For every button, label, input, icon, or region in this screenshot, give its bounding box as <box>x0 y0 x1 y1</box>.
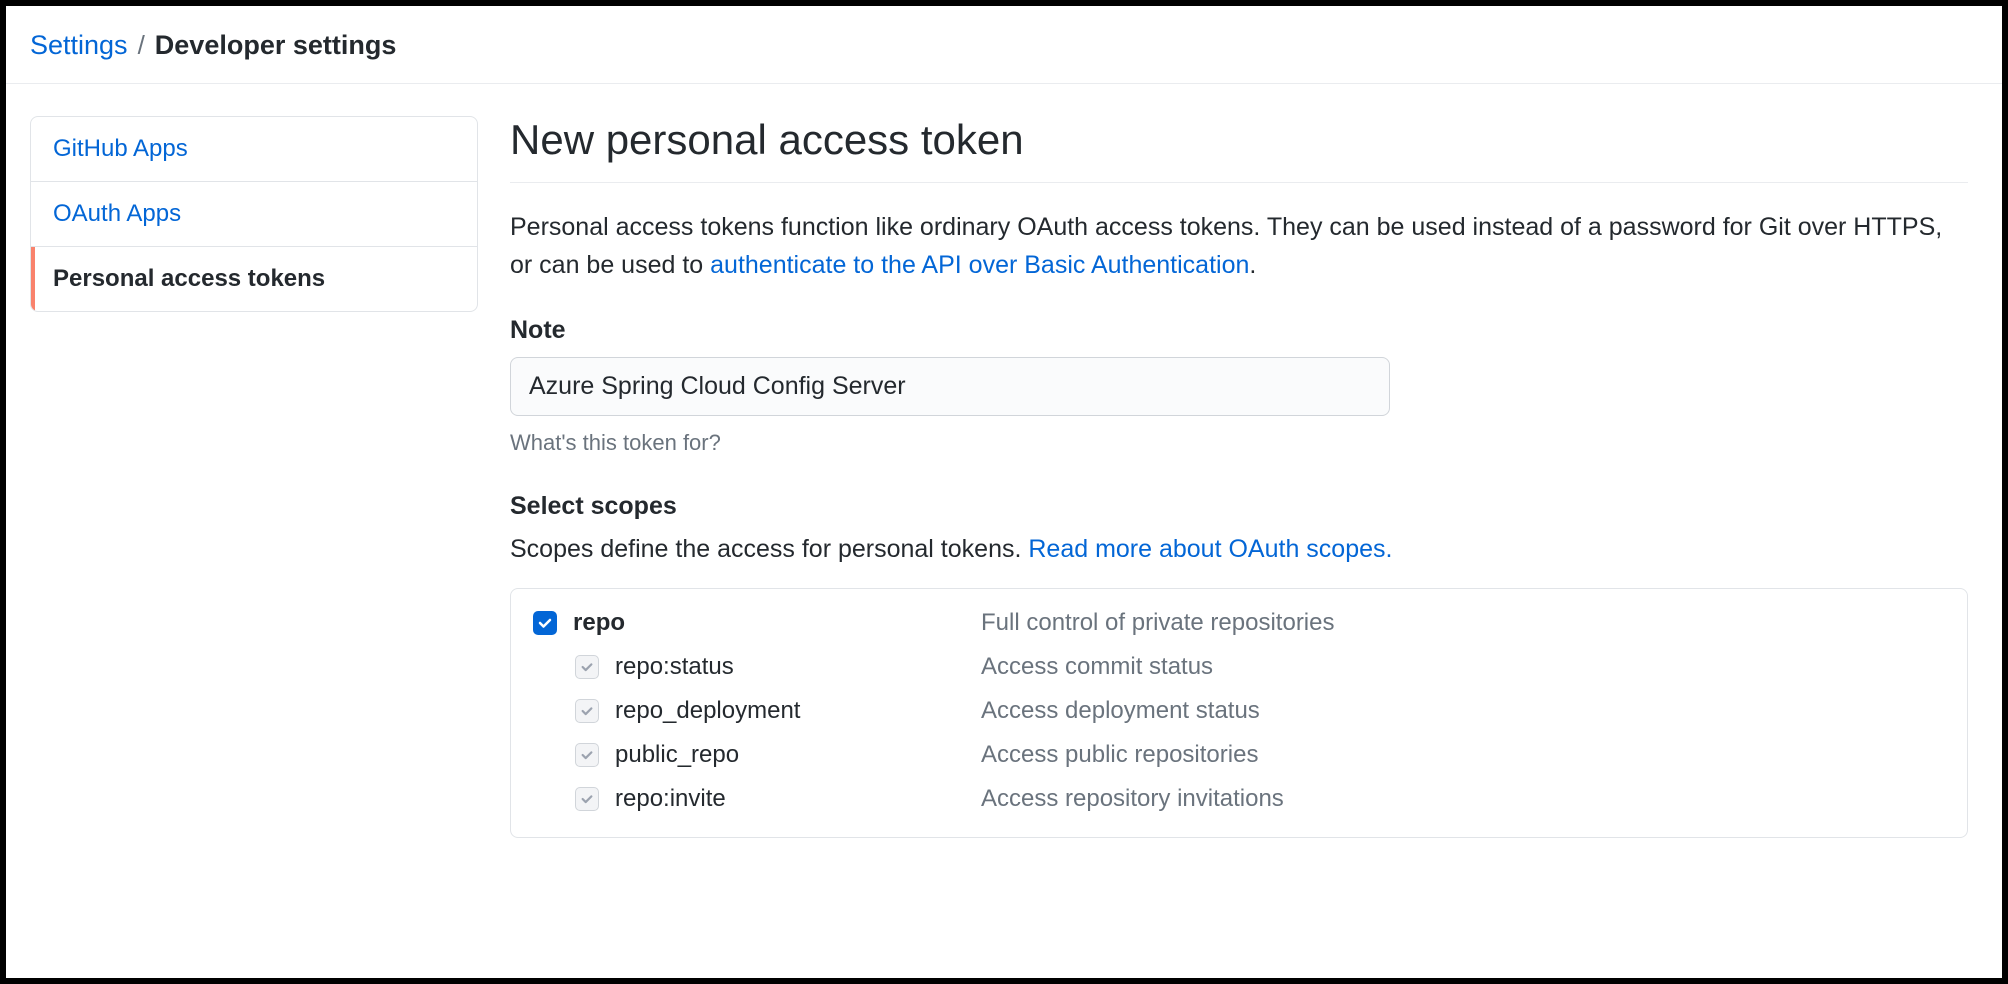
scopes-read-more-link[interactable]: Read more about OAuth scopes. <box>1028 535 1392 563</box>
scope-desc-public-repo: Access public repositories <box>981 741 1258 769</box>
checkbox-repo-status[interactable] <box>575 655 599 679</box>
breadcrumb: Settings / Developer settings <box>6 6 2002 84</box>
check-icon <box>580 792 594 806</box>
scope-row-repo-deployment: repo_deployment Access deployment status <box>533 697 1945 725</box>
scope-desc-repo-status: Access commit status <box>981 653 1213 681</box>
scope-desc-repo-deployment: Access deployment status <box>981 697 1260 725</box>
checkbox-repo[interactable] <box>533 611 557 635</box>
check-icon <box>580 660 594 674</box>
sidebar: GitHub Apps OAuth Apps Personal access t… <box>30 116 478 838</box>
scope-name-repo-deployment: repo_deployment <box>615 697 981 725</box>
intro-part2: . <box>1249 251 1256 279</box>
checkbox-repo-invite[interactable] <box>575 787 599 811</box>
scope-row-repo-invite: repo:invite Access repository invitation… <box>533 785 1945 813</box>
intro-auth-link[interactable]: authenticate to the API over Basic Authe… <box>710 251 1249 279</box>
scope-name-repo-status: repo:status <box>615 653 981 681</box>
intro-text: Personal access tokens function like ord… <box>510 209 1968 284</box>
check-icon <box>580 748 594 762</box>
sidebar-item-oauth-apps[interactable]: OAuth Apps <box>31 182 477 247</box>
scope-row-repo: repo Full control of private repositorie… <box>533 609 1945 637</box>
scopes-label: Select scopes <box>510 492 1968 521</box>
scopes-desc-text: Scopes define the access for personal to… <box>510 535 1028 563</box>
checkbox-public-repo[interactable] <box>575 743 599 767</box>
page-title: New personal access token <box>510 116 1968 183</box>
note-hint: What's this token for? <box>510 430 1968 456</box>
scope-row-repo-status: repo:status Access commit status <box>533 653 1945 681</box>
scope-desc-repo-invite: Access repository invitations <box>981 785 1284 813</box>
breadcrumb-current: Developer settings <box>155 30 397 61</box>
check-icon <box>580 704 594 718</box>
main-content: New personal access token Personal acces… <box>510 116 1978 838</box>
scope-name-repo: repo <box>573 609 981 637</box>
scope-row-public-repo: public_repo Access public repositories <box>533 741 1945 769</box>
check-icon <box>537 615 553 631</box>
breadcrumb-parent-link[interactable]: Settings <box>30 30 128 61</box>
note-label: Note <box>510 316 1968 345</box>
breadcrumb-separator: / <box>138 30 145 61</box>
scope-name-repo-invite: repo:invite <box>615 785 981 813</box>
note-input[interactable] <box>510 357 1390 416</box>
sidebar-item-github-apps[interactable]: GitHub Apps <box>31 117 477 182</box>
scope-group-repo: repo Full control of private repositorie… <box>510 588 1968 838</box>
sidebar-item-personal-access-tokens[interactable]: Personal access tokens <box>31 247 477 311</box>
scope-desc-repo: Full control of private repositories <box>981 609 1334 637</box>
scope-name-public-repo: public_repo <box>615 741 981 769</box>
scopes-description: Scopes define the access for personal to… <box>510 535 1968 564</box>
checkbox-repo-deployment[interactable] <box>575 699 599 723</box>
